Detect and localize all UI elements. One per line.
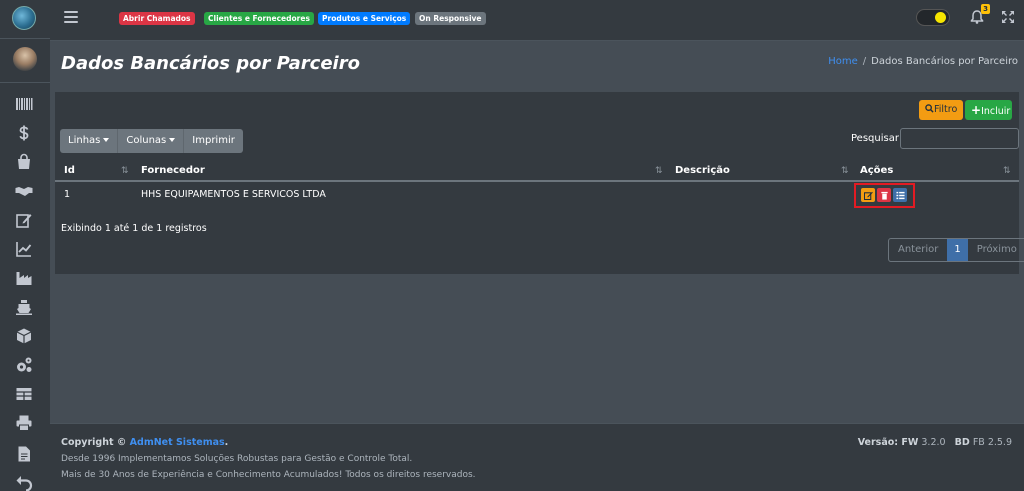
list-icon <box>895 191 905 199</box>
pagination: Anterior 1 Próximo <box>888 238 1024 262</box>
edit-icon[interactable] <box>12 209 36 231</box>
footer-version: Versão: FW 3.2.0 BD FB 2.5.9 <box>858 437 1012 448</box>
box-icon[interactable] <box>12 325 36 347</box>
breadcrumb: Home / Dados Bancários por Parceiro <box>828 56 1018 67</box>
search-icon <box>925 104 934 113</box>
notification-count-badge: 3 <box>981 4 990 14</box>
data-card: Filtro +Incluir Linhas Colunas Imprimir … <box>55 92 1024 274</box>
add-button-label: Incluir <box>981 106 1011 117</box>
footer-line-1: Desde 1996 Implementamos Soluções Robust… <box>61 454 413 464</box>
pagination-page-1[interactable]: 1 <box>947 239 968 261</box>
version-bd: FB 2.5.9 <box>972 437 1012 448</box>
columns-dropdown-button[interactable]: Colunas <box>118 129 185 153</box>
version-fw: 3.2.0 <box>921 437 946 448</box>
edit-icon <box>863 191 873 200</box>
sidebar-divider <box>0 38 50 39</box>
column-header-acoes[interactable]: Ações <box>860 165 893 176</box>
dollar-icon[interactable] <box>12 122 36 144</box>
filter-button[interactable]: Filtro <box>919 100 963 120</box>
list-row-button[interactable] <box>893 188 907 202</box>
sidebar <box>0 0 50 491</box>
brand-link[interactable]: AdmNet Sistemas <box>130 437 225 448</box>
sort-icon[interactable]: ⇅ <box>1003 166 1011 176</box>
caret-down-icon <box>169 138 176 142</box>
top-navbar: Abrir Chamados Clientes e Fornecedores P… <box>50 0 1024 41</box>
theme-toggle[interactable] <box>916 9 950 26</box>
version-bd-label: BD <box>954 437 970 448</box>
footer-copyright: Copyright © AdmNet Sistemas. <box>61 437 228 448</box>
shopping-bag-icon[interactable] <box>12 151 36 173</box>
table-icon[interactable] <box>12 383 36 405</box>
sort-icon[interactable]: ⇅ <box>841 166 849 176</box>
app-logo[interactable] <box>12 6 36 30</box>
breadcrumb-current: Dados Bancários por Parceiro <box>871 56 1018 67</box>
row-actions-highlight <box>854 183 915 208</box>
sort-icon[interactable]: ⇅ <box>121 166 129 176</box>
page-title: Dados Bancários por Parceiro <box>61 53 360 74</box>
version-label: Versão: FW <box>857 437 919 448</box>
hamburger-menu-icon[interactable] <box>64 11 78 25</box>
print-icon[interactable] <box>12 412 36 434</box>
badge-produtos-servicos[interactable]: Produtos e Serviços <box>318 12 411 25</box>
search-input[interactable] <box>900 128 1019 149</box>
badge-abrir-chamados[interactable]: Abrir Chamados <box>119 12 195 25</box>
table-header: Id ⇅ Fornecedor ⇅ Descrição ⇅ Ações ⇅ <box>55 161 1019 182</box>
badge-clientes-fornecedores[interactable]: Clientes e Fornecedores <box>204 12 314 25</box>
handshake-icon[interactable] <box>12 180 36 202</box>
sort-icon[interactable]: ⇅ <box>655 166 663 176</box>
user-avatar[interactable] <box>13 47 37 71</box>
toggle-knob <box>935 12 946 23</box>
file-icon[interactable] <box>12 443 36 465</box>
cell-id: 1 <box>64 189 71 200</box>
ship-icon[interactable] <box>12 296 36 318</box>
caret-down-icon <box>103 138 110 142</box>
copyright-prefix: Copyright © <box>61 437 127 448</box>
lines-dropdown-button[interactable]: Linhas <box>60 129 119 153</box>
breadcrumb-separator: / <box>862 56 867 67</box>
delete-row-button[interactable] <box>877 188 891 202</box>
column-header-descricao[interactable]: Descrição <box>675 165 730 176</box>
industry-icon[interactable] <box>12 267 36 289</box>
print-button[interactable]: Imprimir <box>184 129 243 153</box>
chart-line-icon[interactable] <box>12 238 36 260</box>
fullscreen-icon[interactable] <box>1001 10 1015 24</box>
cogs-icon[interactable] <box>12 354 36 376</box>
badge-on-responsive[interactable]: On Responsive <box>415 12 486 25</box>
footer-line-2: Mais de 30 Anos de Experiência e Conheci… <box>61 470 476 480</box>
add-button[interactable]: +Incluir <box>965 100 1012 120</box>
undo-icon[interactable] <box>12 471 36 491</box>
sidebar-divider <box>0 82 50 83</box>
edit-row-button[interactable] <box>861 188 875 202</box>
column-header-id[interactable]: Id <box>64 165 75 176</box>
pagination-previous[interactable]: Anterior <box>889 239 947 261</box>
pagination-next[interactable]: Próximo <box>968 239 1024 261</box>
columns-label: Colunas <box>126 135 167 146</box>
plus-icon: + <box>971 103 982 117</box>
cell-fornecedor: HHS EQUIPAMENTOS E SERVICOS LTDA <box>141 189 326 200</box>
breadcrumb-home-link[interactable]: Home <box>828 56 858 67</box>
barcode-icon[interactable] <box>12 93 36 115</box>
table-info: Exibindo 1 até 1 de 1 registros <box>61 223 207 234</box>
table-tools-group: Linhas Colunas Imprimir <box>60 129 243 153</box>
footer: Copyright © AdmNet Sistemas. Desde 1996 … <box>50 423 1024 491</box>
trash-icon <box>880 191 888 200</box>
filter-button-label: Filtro <box>934 104 958 115</box>
search-label: Pesquisar <box>851 133 899 144</box>
lines-label: Linhas <box>68 135 101 146</box>
copyright-suffix: . <box>224 437 229 448</box>
column-header-fornecedor[interactable]: Fornecedor <box>141 165 205 176</box>
